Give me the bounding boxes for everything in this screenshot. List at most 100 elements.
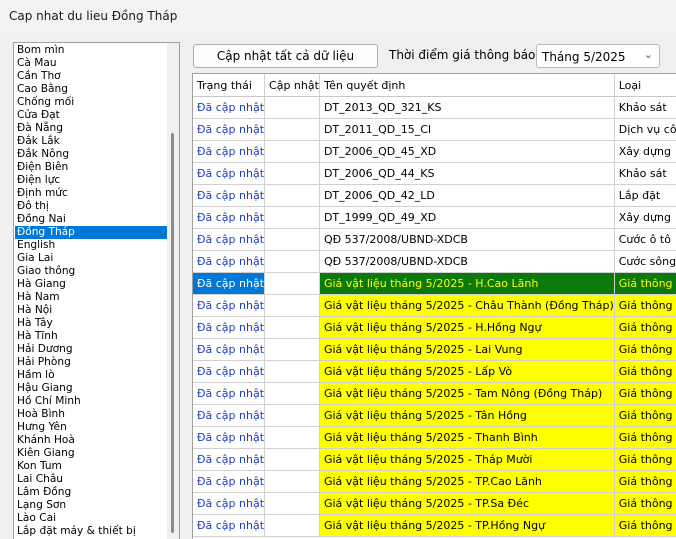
type-cell[interactable]: Giá thông báo	[614, 470, 676, 493]
update-cell[interactable]	[264, 294, 320, 317]
decision-name-cell[interactable]: Giá vật liệu tháng 5/2025 - Lấp Vò	[319, 360, 615, 383]
decision-name-cell[interactable]: QĐ 537/2008/UBND-XDCB	[319, 228, 615, 251]
status-cell[interactable]: Đã cập nhật	[193, 360, 266, 383]
category-item[interactable]: Hà Tây	[15, 317, 168, 330]
category-item[interactable]: Hầm lò	[15, 369, 168, 382]
update-cell[interactable]	[264, 206, 320, 229]
category-item[interactable]: Kon Tum	[15, 460, 168, 473]
category-item[interactable]: Cà Mau	[15, 57, 168, 70]
type-cell[interactable]: Giá thông báo	[614, 514, 676, 537]
table-row[interactable]: Đã cập nhật QĐ 537/2008/UBND-XDCB Cước sôn…	[193, 250, 676, 273]
category-item[interactable]: Kiên Giang	[15, 447, 168, 460]
category-item[interactable]: Hà Nam	[15, 291, 168, 304]
table-row[interactable]: Đã cập nhật QĐ 537/2008/UBND-XDCB Cước ô t…	[193, 228, 676, 251]
scrollbar-thumb[interactable]	[171, 133, 174, 533]
decision-name-cell[interactable]: Giá vật liệu tháng 5/2025 - TP.Sa Đéc	[319, 492, 615, 515]
status-cell[interactable]: Đã cập nhật	[193, 448, 266, 471]
decision-name-cell[interactable]: Giá vật liệu tháng 5/2025 - TP.Cao Lãnh	[319, 470, 615, 493]
category-item[interactable]: Điện lực	[15, 174, 168, 187]
category-item[interactable]: Gia Lai	[15, 252, 168, 265]
decision-name-cell[interactable]: Giá vật liệu tháng 5/2025 - Thanh Bình	[319, 426, 615, 449]
table-row[interactable]: Đã cập nhật Giá vật liệu tháng 5/2025 - T…	[193, 514, 676, 537]
update-cell[interactable]	[264, 250, 320, 273]
table-row[interactable]: Đã cập nhật Giá vật liệu tháng 5/2025 - C…	[193, 294, 676, 317]
decision-name-cell[interactable]: DT_1999_QD_49_XD	[319, 206, 615, 229]
column-header-decision-name[interactable]: Tên quyết định	[319, 74, 615, 97]
category-item[interactable]: Hưng Yên	[15, 421, 168, 434]
status-cell[interactable]: Đã cập nhật	[193, 96, 266, 119]
decision-name-cell[interactable]: DT_2006_QD_45_XD	[319, 140, 615, 163]
category-item[interactable]: Hải Phòng	[15, 356, 168, 369]
category-item[interactable]: Khánh Hoà	[15, 434, 168, 447]
category-item[interactable]: Hà Tĩnh	[15, 330, 168, 343]
table-row[interactable]: Đã cập nhật Giá vật liệu tháng 5/2025 - T…	[193, 448, 676, 471]
update-cell[interactable]	[264, 316, 320, 339]
category-item[interactable]: Đồng Tháp	[15, 226, 168, 239]
category-item[interactable]: Giao thông	[15, 265, 168, 278]
type-cell[interactable]: Lắp đặt	[614, 184, 676, 207]
category-item[interactable]: Chống mối	[15, 96, 168, 109]
category-item[interactable]: Hậu Giang	[15, 382, 168, 395]
decision-name-cell[interactable]: Giá vật liệu tháng 5/2025 - Tân Hồng	[319, 404, 615, 427]
decision-grid[interactable]: Trạng thái Cập nhật Tên quyết định Loại …	[192, 73, 676, 539]
type-cell[interactable]: Giá thông báo	[614, 448, 676, 471]
decision-name-cell[interactable]: DT_2006_QD_44_KS	[319, 162, 615, 185]
chevron-down-icon[interactable]: ⌄	[644, 48, 653, 61]
update-cell[interactable]	[264, 470, 320, 493]
type-cell[interactable]: Giá thông báo	[614, 294, 676, 317]
table-row[interactable]: Đã cập nhật DT_2006_QD_44_KS Khảo sát	[193, 162, 676, 185]
decision-name-cell[interactable]: Giá vật liệu tháng 5/2025 - Tháp Mười	[319, 448, 615, 471]
type-cell[interactable]: Giá thông báo	[614, 492, 676, 515]
decision-name-cell[interactable]: Giá vật liệu tháng 5/2025 - H.Cao Lãnh	[319, 272, 615, 295]
table-row[interactable]: Đã cập nhật DT_2013_QD_321_KS Khảo sát	[193, 96, 676, 119]
category-item[interactable]: Lai Châu	[15, 473, 168, 486]
update-cell[interactable]	[264, 426, 320, 449]
table-row[interactable]: Đã cập nhật Giá vật liệu tháng 5/2025 - T…	[193, 492, 676, 515]
status-cell[interactable]: Đã cập nhật	[193, 514, 266, 537]
table-row[interactable]: Đã cập nhật Giá vật liệu tháng 5/2025 - H…	[193, 272, 676, 295]
category-item[interactable]: Cao Bằng	[15, 83, 168, 96]
type-cell[interactable]: Xây dựng	[614, 140, 676, 163]
category-item[interactable]: Đà Nẵng	[15, 122, 168, 135]
status-cell[interactable]: Đã cập nhật	[193, 294, 266, 317]
table-row[interactable]: Đã cập nhật Giá vật liệu tháng 5/2025 - T…	[193, 404, 676, 427]
category-item[interactable]: Hải Dương	[15, 343, 168, 356]
decision-name-cell[interactable]: Giá vật liệu tháng 5/2025 - H.Hồng Ngự	[319, 316, 615, 339]
category-item[interactable]: Định mức	[15, 187, 168, 200]
category-item[interactable]: Hà Nội	[15, 304, 168, 317]
category-item[interactable]: Điện Biên	[15, 161, 168, 174]
update-cell[interactable]	[264, 492, 320, 515]
decision-name-cell[interactable]: DT_2011_QD_15_CI	[319, 118, 615, 141]
status-cell[interactable]: Đã cập nhật	[193, 316, 266, 339]
type-cell[interactable]: Giá thông báo	[614, 382, 676, 405]
status-cell[interactable]: Đã cập nhật	[193, 140, 266, 163]
status-cell[interactable]: Đã cập nhật	[193, 162, 266, 185]
category-item[interactable]: Đắk Nông	[15, 148, 168, 161]
decision-name-cell[interactable]: DT_2013_QD_321_KS	[319, 96, 615, 119]
category-item[interactable]: Hoà Bình	[15, 408, 168, 421]
category-item[interactable]: Lắp đặt máy & thiết bị	[15, 525, 168, 538]
status-cell[interactable]: Đã cập nhật	[193, 228, 266, 251]
status-cell[interactable]: Đã cập nhật	[193, 470, 266, 493]
table-row[interactable]: Đã cập nhật DT_1999_QD_49_XD Xây dựng	[193, 206, 676, 229]
table-row[interactable]: Đã cập nhật Giá vật liệu tháng 5/2025 - L…	[193, 360, 676, 383]
type-cell[interactable]: Cước sông	[614, 250, 676, 273]
update-cell[interactable]	[264, 228, 320, 251]
table-row[interactable]: Đã cập nhật Giá vật liệu tháng 5/2025 - T…	[193, 382, 676, 405]
type-cell[interactable]: Giá thông báo	[614, 272, 676, 295]
update-cell[interactable]	[264, 360, 320, 383]
update-cell[interactable]	[264, 382, 320, 405]
update-cell[interactable]	[264, 272, 320, 295]
table-row[interactable]: Đã cập nhật DT_2011_QD_15_CIDịch vụ công …	[193, 118, 676, 141]
status-cell[interactable]: Đã cập nhật	[193, 184, 266, 207]
table-row[interactable]: Đã cập nhật Giá vật liệu tháng 5/2025 - H…	[193, 316, 676, 339]
status-cell[interactable]: Đã cập nhật	[193, 272, 266, 295]
type-cell[interactable]: Giá thông báo	[614, 316, 676, 339]
category-item[interactable]: Đồng Nai	[15, 213, 168, 226]
category-item[interactable]: Lạng Sơn	[15, 499, 168, 512]
status-cell[interactable]: Đã cập nhật	[193, 118, 266, 141]
update-all-button[interactable]: Cập nhật tất cả dữ liệu	[193, 44, 378, 68]
type-cell[interactable]: Khảo sát	[614, 96, 676, 119]
column-header-update[interactable]: Cập nhật	[264, 74, 320, 97]
category-item[interactable]: Đô thị	[15, 200, 168, 213]
